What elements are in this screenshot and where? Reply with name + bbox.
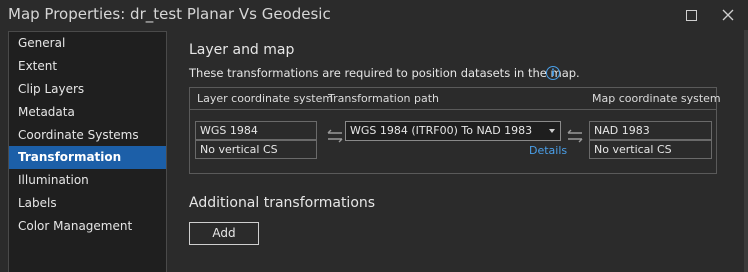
sidebar-item-color-management[interactable]: Color Management [9, 215, 166, 238]
close-button[interactable] [718, 5, 738, 25]
title-bar: Map Properties: dr_test Planar Vs Geodes… [0, 0, 748, 30]
add-button[interactable]: Add [189, 222, 259, 245]
sidebar-item-illumination[interactable]: Illumination [9, 169, 166, 192]
transformation-path-dropdown[interactable]: WGS 1984 (ITRF00) To NAD 1983 [345, 121, 561, 141]
sidebar-item-metadata[interactable]: Metadata [9, 101, 166, 124]
transformation-path-value: WGS 1984 (ITRF00) To NAD 1983 [350, 124, 533, 137]
map-vertical-cs-field: No vertical CS [589, 140, 712, 159]
swap-arrows-icon [567, 129, 583, 143]
info-icon[interactable]: i [546, 66, 560, 80]
column-header-layer-cs: Layer coordinate system [197, 92, 334, 105]
close-icon [722, 9, 734, 21]
layer-cs-field: WGS 1984 [195, 121, 317, 140]
sidebar-item-extent[interactable]: Extent [9, 55, 166, 78]
sidebar-item-general[interactable]: General [9, 32, 166, 55]
maximize-icon [685, 9, 697, 21]
section-title-layer-and-map: Layer and map [189, 42, 295, 58]
column-header-map-cs: Map coordinate system [592, 92, 721, 105]
sidebar-nav: General Extent Clip Layers Metadata Coor… [8, 31, 167, 272]
sidebar-item-coordinate-systems[interactable]: Coordinate Systems [9, 124, 166, 147]
map-cs-field: NAD 1983 [589, 121, 712, 140]
chevron-down-icon [549, 129, 555, 133]
scrollbar[interactable] [744, 30, 748, 272]
sidebar-item-transformation[interactable]: Transformation [9, 146, 166, 169]
maximize-button[interactable] [681, 5, 701, 25]
header-divider [190, 109, 716, 110]
info-text: These transformations are required to po… [189, 66, 580, 80]
details-link[interactable]: Details [529, 144, 567, 157]
sidebar-item-clip-layers[interactable]: Clip Layers [9, 78, 166, 101]
swap-arrows-icon [327, 129, 343, 143]
section-title-additional-transformations: Additional transformations [189, 195, 376, 211]
layer-vertical-cs-field: No vertical CS [195, 140, 317, 159]
sidebar-item-labels[interactable]: Labels [9, 192, 166, 215]
column-header-transformation-path: Transformation path [328, 92, 440, 105]
window-title: Map Properties: dr_test Planar Vs Geodes… [8, 5, 331, 23]
